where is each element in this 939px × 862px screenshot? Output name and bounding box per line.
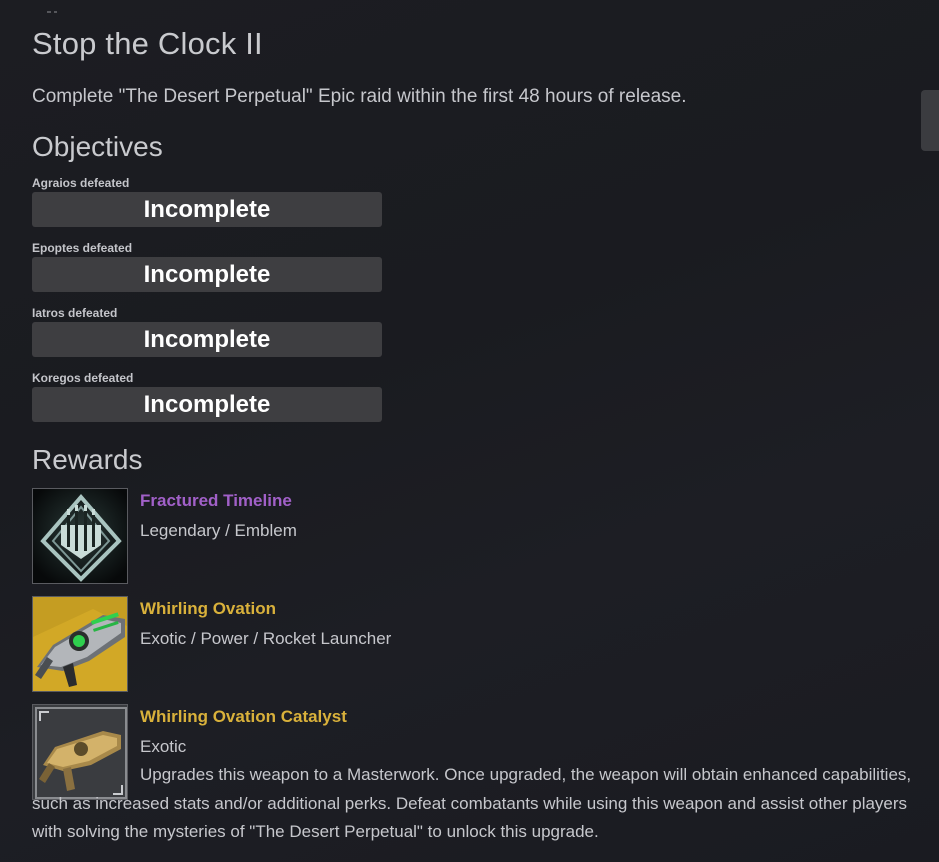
reward-name: Whirling Ovation Catalyst: [140, 707, 347, 726]
objective-item: Agraios defeated Incomplete: [32, 175, 382, 227]
objective-item: Iatros defeated Incomplete: [32, 305, 382, 357]
objectives-heading: Objectives: [32, 131, 163, 162]
page-title: Stop the Clock II: [32, 26, 263, 61]
objective-status-bar: Incomplete: [32, 322, 382, 357]
top-edge-mark: [47, 0, 63, 13]
reward-type: Exotic: [140, 737, 187, 756]
reward-description: Upgrades this weapon to a Masterwork. On…: [32, 765, 912, 841]
scrollbar-thumb[interactable]: [921, 90, 939, 151]
objective-label: Epoptes defeated: [32, 241, 133, 255]
rocket-launcher-icon: [32, 596, 128, 692]
reward-type: Exotic / Power / Rocket Launcher: [140, 629, 392, 648]
rewards-heading: Rewards: [32, 444, 143, 475]
objective-item: Epoptes defeated Incomplete: [32, 240, 382, 292]
emblem-icon: [32, 488, 128, 584]
objective-label: Koregos defeated: [32, 371, 134, 385]
objective-status-bar: Incomplete: [32, 257, 382, 292]
objective-status-bar: Incomplete: [32, 387, 382, 422]
triumph-description: Complete "The Desert Perpetual" Epic rai…: [32, 86, 687, 107]
objective-label: Iatros defeated: [32, 306, 118, 320]
reward-type: Legendary / Emblem: [140, 521, 297, 540]
reward-name: Fractured Timeline: [140, 491, 292, 510]
objective-label: Agraios defeated: [32, 176, 130, 190]
objective-status-bar: Incomplete: [32, 192, 382, 227]
reward-name: Whirling Ovation: [140, 599, 276, 618]
objective-item: Koregos defeated Incomplete: [32, 370, 382, 422]
